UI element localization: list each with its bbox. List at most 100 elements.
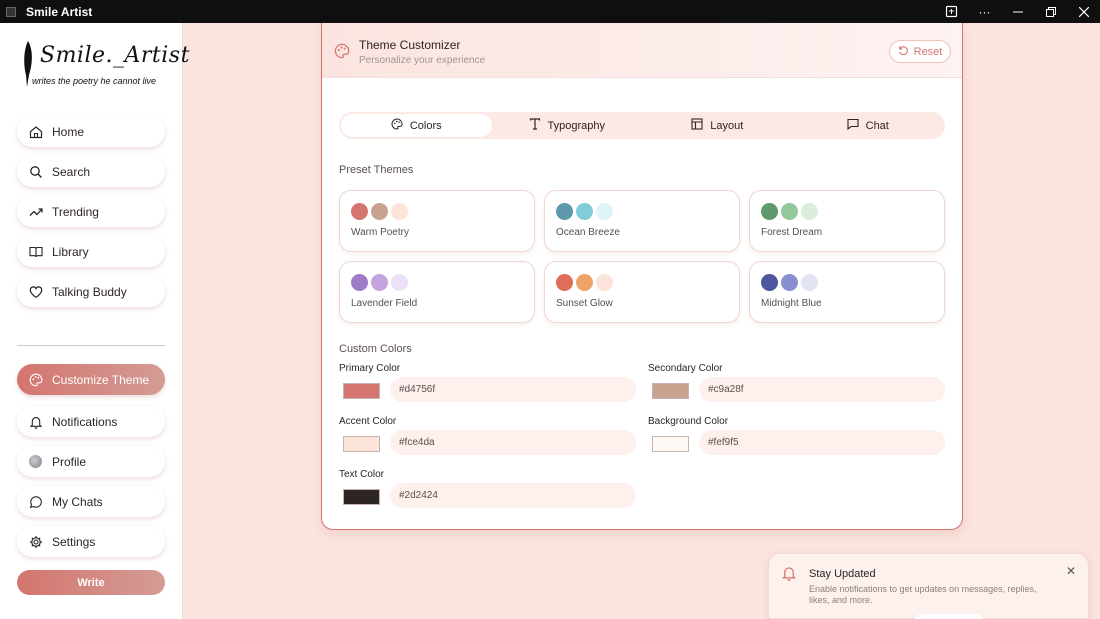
- accent-color-swatch[interactable]: [343, 436, 380, 452]
- preset-swatches: [556, 274, 613, 291]
- color-dot: [351, 274, 368, 291]
- cast-icon[interactable]: [935, 0, 968, 23]
- sidebar-item-search[interactable]: Search: [17, 156, 165, 187]
- sidebar-item-profile[interactable]: Profile: [17, 446, 165, 477]
- secondary-color-label: Secondary Color: [648, 363, 723, 374]
- text-color-swatch[interactable]: [343, 489, 380, 505]
- heart-icon: [28, 284, 43, 299]
- logo-text: Smile._Artist: [40, 43, 190, 68]
- color-dot: [781, 203, 798, 220]
- enable-notifications-button[interactable]: [914, 614, 984, 619]
- restore-icon[interactable]: [1034, 0, 1067, 23]
- sidebar-item-label: Trending: [52, 204, 99, 219]
- notification-toast: Stay Updated Enable notifications to get…: [768, 553, 1089, 619]
- color-dot: [781, 274, 798, 291]
- secondary-color-swatch[interactable]: [652, 383, 689, 399]
- write-button[interactable]: Write: [17, 570, 165, 595]
- primary-color-swatch[interactable]: [343, 383, 380, 399]
- sidebar-item-label: Talking Buddy: [52, 284, 127, 299]
- sidebar-item-library[interactable]: Library: [17, 236, 165, 267]
- search-icon: [28, 164, 43, 179]
- sidebar-item-settings[interactable]: Settings: [17, 526, 165, 557]
- preset-card[interactable]: Sunset Glow: [544, 261, 740, 323]
- color-dot: [371, 274, 388, 291]
- color-dot: [391, 274, 408, 291]
- panel-title: Theme Customizer: [359, 38, 461, 52]
- preset-card[interactable]: Forest Dream: [749, 190, 945, 252]
- chat-icon: [28, 494, 43, 509]
- preset-name: Sunset Glow: [556, 298, 613, 309]
- gear-icon: [28, 534, 43, 549]
- color-dot: [596, 203, 613, 220]
- custom-colors-heading: Custom Colors: [339, 343, 412, 355]
- preset-card[interactable]: Ocean Breeze: [544, 190, 740, 252]
- sidebar-item-label: Settings: [52, 534, 96, 549]
- preset-swatches: [351, 203, 408, 220]
- toast-title: Stay Updated: [809, 568, 876, 580]
- color-dot: [596, 274, 613, 291]
- palette-icon: [334, 43, 350, 64]
- sidebar-item-label: Profile: [52, 454, 87, 469]
- sidebar-item-label: Home: [52, 124, 85, 139]
- sidebar-item-customize-theme[interactable]: Customize Theme: [17, 364, 165, 395]
- sidebar-item-label: Library: [52, 244, 89, 259]
- avatar: [29, 455, 42, 468]
- background-color-input[interactable]: #fef9f5: [699, 430, 945, 455]
- app-icon: [6, 6, 16, 17]
- theme-customizer-panel: Theme Customizer Personalize your experi…: [321, 23, 963, 530]
- background-color-swatch[interactable]: [652, 436, 689, 452]
- preset-name: Warm Poetry: [351, 227, 409, 238]
- preset-card[interactable]: Warm Poetry: [339, 190, 535, 252]
- type-icon: [529, 118, 541, 133]
- panel-header: Theme Customizer Personalize your experi…: [322, 23, 962, 78]
- home-icon: [28, 124, 43, 139]
- sidebar-item-label: Customize Theme: [52, 372, 150, 387]
- sidebar-item-trending[interactable]: Trending: [17, 196, 165, 227]
- tab-chat[interactable]: Chat: [793, 114, 944, 137]
- bell-icon: [781, 565, 797, 586]
- preset-card[interactable]: Midnight Blue: [749, 261, 945, 323]
- close-icon[interactable]: ✕: [1066, 564, 1076, 578]
- tab-colors[interactable]: Colors: [341, 114, 492, 137]
- window-controls: ···: [935, 0, 1100, 23]
- color-dot: [556, 274, 573, 291]
- accent-color-input[interactable]: #fce4da: [390, 430, 636, 455]
- minimize-icon[interactable]: [1001, 0, 1034, 23]
- logo[interactable]: Smile._Artist writes the poetry he canno…: [20, 41, 189, 91]
- accent-color-label: Accent Color: [339, 416, 397, 427]
- text-color-input[interactable]: #2d2424: [390, 483, 636, 508]
- tab-typography[interactable]: Typography: [492, 114, 643, 137]
- close-icon[interactable]: [1067, 0, 1100, 23]
- secondary-color-input[interactable]: #c9a28f: [699, 377, 945, 402]
- sidebar-item-label: Search: [52, 164, 91, 179]
- color-dot: [371, 203, 388, 220]
- preset-name: Midnight Blue: [761, 298, 822, 309]
- tab-label: Layout: [710, 119, 744, 132]
- preset-card[interactable]: Lavender Field: [339, 261, 535, 323]
- preset-name: Forest Dream: [761, 227, 823, 238]
- preset-themes-heading: Preset Themes: [339, 164, 414, 176]
- reset-button[interactable]: Reset: [889, 40, 951, 63]
- preset-swatches: [761, 203, 818, 220]
- background-color-label: Background Color: [648, 416, 729, 427]
- tab-label: Colors: [409, 119, 442, 132]
- sidebar: Smile._Artist writes the poetry he canno…: [0, 23, 189, 619]
- bell-icon: [28, 414, 43, 429]
- reset-label: Reset: [913, 45, 943, 58]
- tab-layout[interactable]: Layout: [642, 114, 793, 137]
- primary-color-label: Primary Color: [339, 363, 401, 374]
- more-icon[interactable]: ···: [968, 0, 1001, 23]
- color-dot: [761, 274, 778, 291]
- toast-message: Enable notifications to get updates on m…: [809, 584, 1037, 605]
- sidebar-item-notifications[interactable]: Notifications: [17, 406, 165, 437]
- primary-color-input[interactable]: #d4756f: [390, 377, 636, 402]
- color-dot: [801, 203, 818, 220]
- sidebar-item-my-chats[interactable]: My Chats: [17, 486, 165, 517]
- sidebar-item-home[interactable]: Home: [17, 116, 165, 147]
- preset-swatches: [351, 274, 408, 291]
- tab-bar: Colors Typography Layout Chat: [339, 112, 945, 139]
- tab-label: Chat: [865, 119, 889, 132]
- sidebar-item-talking-buddy[interactable]: Talking Buddy: [17, 276, 165, 307]
- tab-label: Typography: [547, 119, 605, 132]
- palette-icon: [28, 372, 43, 387]
